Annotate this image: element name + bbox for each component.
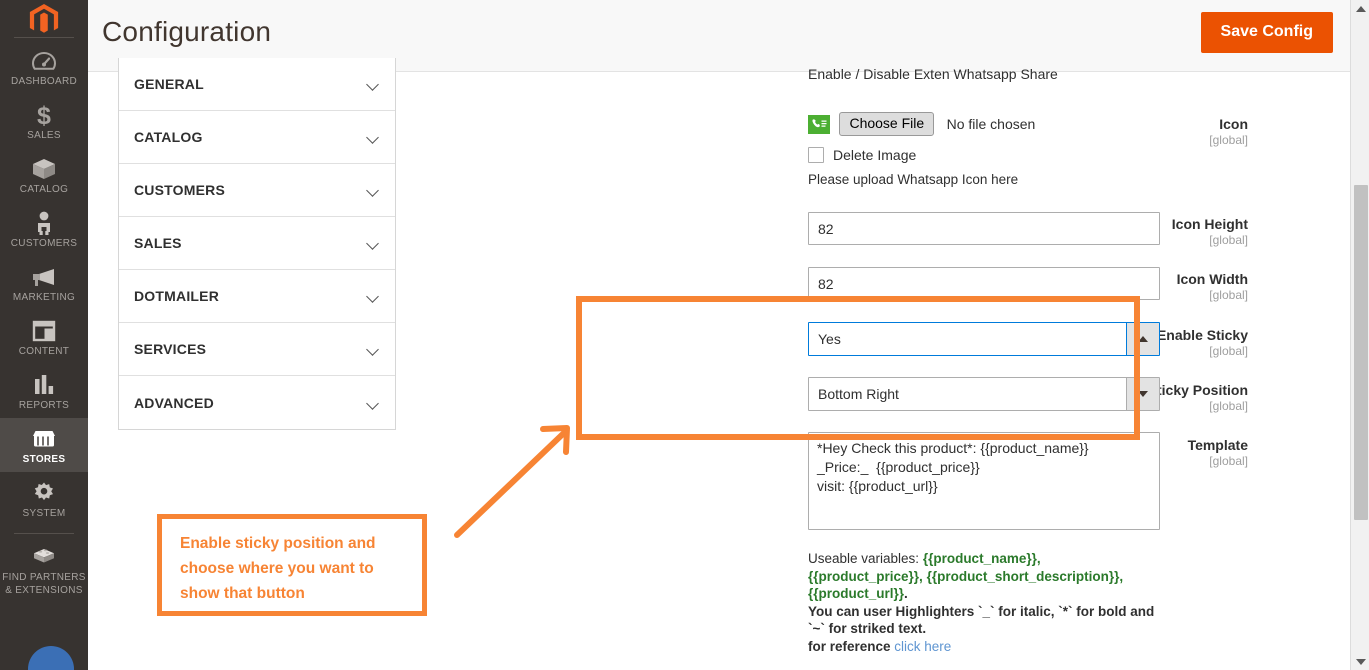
scrollbar-thumb[interactable] — [1354, 185, 1368, 520]
chat-widget-bubble[interactable] — [28, 646, 74, 670]
sidebar-item-find-partners-extensions[interactable]: FIND PARTNERS & EXTENSIONS — [0, 536, 88, 603]
chevron-down-icon — [368, 345, 379, 352]
enable-sticky-dropdown-button[interactable] — [1126, 323, 1159, 355]
sidebar-item-sales[interactable]: $ SALES — [0, 94, 88, 148]
config-section-label: CATALOG — [134, 129, 203, 145]
page-scrollbar[interactable] — [1350, 0, 1369, 670]
reference-link[interactable]: click here — [894, 639, 951, 654]
sidebar-item-stores[interactable]: STORES — [0, 418, 88, 472]
chevron-down-icon — [368, 239, 379, 246]
delete-image-checkbox[interactable] — [808, 147, 824, 164]
sidebar-item-system[interactable]: SYSTEM — [0, 472, 88, 526]
person-icon — [2, 209, 86, 237]
nav-divider-2 — [14, 533, 74, 534]
config-section-label: SALES — [134, 235, 182, 251]
field-scope: [global] — [1209, 133, 1248, 147]
sidebar-item-label: SYSTEM — [22, 508, 66, 519]
annotation-callout-text: Enable sticky position and choose where … — [180, 535, 376, 602]
sidebar-item-label: MARKETING — [12, 292, 76, 303]
page-title: Configuration — [102, 16, 272, 47]
sidebar-item-label: CONTENT — [18, 346, 70, 357]
storefront-icon — [2, 425, 86, 453]
caret-up-icon — [1138, 336, 1148, 342]
highlighters-line2: `~` for striked — [808, 621, 895, 636]
config-section-general[interactable]: GENERAL — [119, 58, 395, 111]
puzzle-block-icon — [2, 543, 86, 571]
icon-height-input[interactable] — [808, 212, 1160, 245]
dollar-icon: $ — [2, 101, 86, 129]
useable-prefix: Useable variables: — [808, 551, 923, 566]
delete-image-label: Delete Image — [833, 147, 917, 164]
chevron-down-icon — [368, 80, 379, 87]
chevron-down-icon — [368, 292, 379, 299]
enable-sticky-select[interactable] — [808, 322, 1160, 356]
save-config-button[interactable]: Save Config — [1200, 12, 1333, 53]
delete-image-row: Delete Image — [808, 147, 1035, 164]
layout-icon — [2, 317, 86, 345]
no-file-chosen-text: No file chosen — [946, 116, 1036, 133]
gear-icon — [2, 479, 86, 507]
highlighters-line2-tail: text. — [894, 621, 927, 636]
dashboard-icon — [2, 47, 86, 75]
whatsapp-thumbnail-icon — [808, 114, 830, 134]
sticky-position-value[interactable] — [808, 377, 1160, 411]
config-section-label: GENERAL — [134, 76, 204, 92]
chevron-down-icon — [368, 186, 379, 193]
config-section-dotmailer[interactable]: DOTMAILER — [119, 270, 395, 323]
config-sections-nav: GENERAL CATALOG CUSTOMERS SALES DOTMAILE… — [118, 58, 396, 430]
config-section-customers[interactable]: CUSTOMERS — [119, 164, 395, 217]
sidebar-item-label: FIND PARTNERS — [2, 572, 86, 583]
bar-chart-icon — [2, 371, 86, 399]
config-section-label: SERVICES — [134, 341, 207, 357]
icon-field-hint: Please upload Whatsapp Icon here — [808, 172, 1019, 188]
config-section-catalog[interactable]: CATALOG — [119, 111, 395, 164]
megaphone-icon — [2, 263, 86, 291]
box-icon — [2, 155, 86, 183]
annotation-callout: Enable sticky position and choose where … — [157, 514, 427, 616]
caret-down-icon — [1138, 391, 1148, 397]
magento-logo-icon — [29, 4, 59, 33]
scroll-up-arrow-icon[interactable] — [1351, 0, 1369, 17]
admin-sidebar: DASHBOARD $ SALES CATALOG CUSTOMERS MARK… — [0, 0, 88, 670]
sidebar-item-label-2: & EXTENSIONS — [5, 585, 83, 596]
config-section-sales[interactable]: SALES — [119, 217, 395, 270]
template-textarea[interactable]: *Hey Check this product*: {{product_name… — [808, 432, 1160, 530]
sidebar-item-content[interactable]: CONTENT — [0, 310, 88, 364]
sticky-position-select[interactable] — [808, 377, 1160, 411]
sidebar-item-label: SALES — [27, 130, 61, 141]
sidebar-item-dashboard[interactable]: DASHBOARD — [0, 40, 88, 94]
chevron-down-icon — [368, 133, 379, 140]
config-section-label: DOTMAILER — [134, 288, 220, 304]
app-root: DASHBOARD $ SALES CATALOG CUSTOMERS MARK… — [0, 0, 1369, 670]
sidebar-item-label: CUSTOMERS — [10, 238, 78, 249]
config-section-advanced[interactable]: ADVANCED — [119, 376, 395, 429]
sidebar-item-catalog[interactable]: CATALOG — [0, 148, 88, 202]
sidebar-item-label: REPORTS — [18, 400, 70, 411]
useable-period: . — [904, 586, 908, 601]
config-section-services[interactable]: SERVICES — [119, 323, 395, 376]
sticky-position-dropdown-button[interactable] — [1126, 378, 1159, 410]
enable-disable-comment: Enable / Disable Exten Whatsapp Share — [808, 66, 1058, 82]
sidebar-item-reports[interactable]: REPORTS — [0, 364, 88, 418]
sidebar-item-label: STORES — [22, 454, 66, 465]
chevron-down-icon — [368, 399, 379, 406]
enable-sticky-value[interactable] — [808, 322, 1160, 356]
svg-text:$: $ — [37, 102, 51, 128]
highlighters-line1: You can user Highlighters `_` for italic… — [808, 603, 1155, 619]
sidebar-item-customers[interactable]: CUSTOMERS — [0, 202, 88, 256]
reference-prefix: for reference — [808, 638, 895, 654]
useable-variables-note: Useable variables: {{product_name}}, {{p… — [808, 550, 1158, 655]
magento-logo[interactable] — [0, 0, 88, 33]
field-label-icon: Icon [global] — [1058, 116, 1248, 148]
icon-width-input[interactable] — [808, 267, 1160, 300]
config-section-label: ADVANCED — [134, 394, 214, 411]
sidebar-item-marketing[interactable]: MARKETING — [0, 256, 88, 310]
sidebar-item-label: DASHBOARD — [10, 76, 78, 87]
choose-file-button[interactable]: Choose File — [839, 112, 935, 137]
config-section-label: CUSTOMERS — [134, 182, 225, 198]
icon-upload-controls: Choose File No file chosen Delete Image … — [808, 112, 1035, 187]
scroll-down-arrow-icon[interactable] — [1351, 653, 1369, 670]
nav-divider — [14, 37, 74, 38]
sidebar-item-label: CATALOG — [19, 184, 69, 195]
